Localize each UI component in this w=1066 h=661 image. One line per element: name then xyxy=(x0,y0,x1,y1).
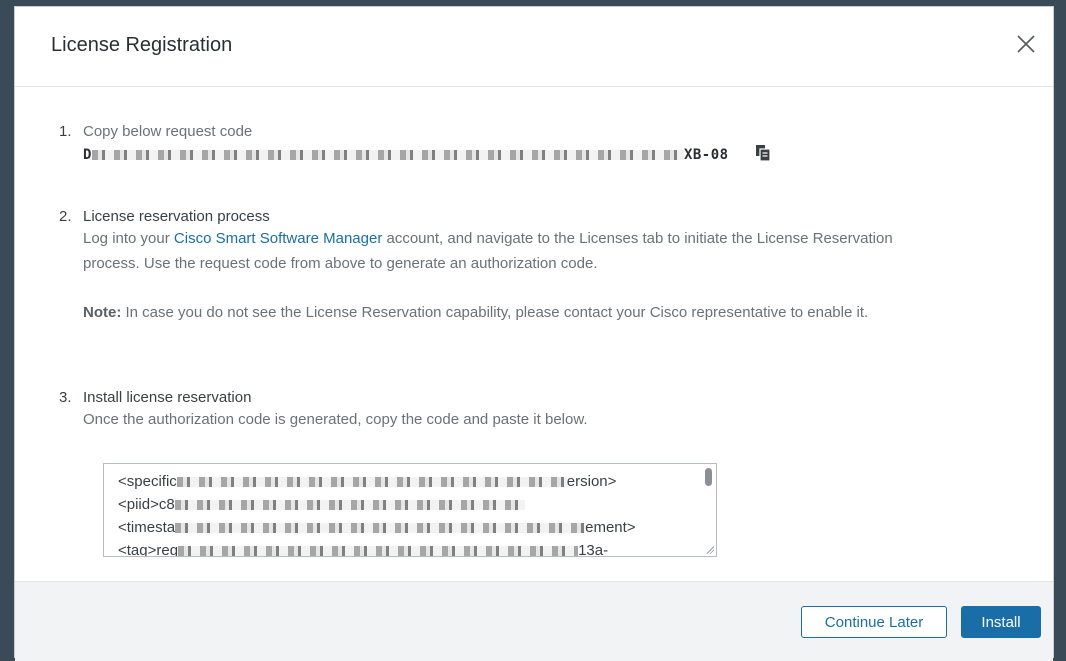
copy-icon[interactable] xyxy=(755,144,771,166)
step-number: 1. xyxy=(59,123,72,140)
note-text: In case you do not see the License Reser… xyxy=(121,304,869,321)
step-install-license: 3. Install license reservation Once the … xyxy=(59,389,588,432)
step-number: 2. xyxy=(59,208,72,225)
textarea-line: <piid>c8 xyxy=(118,493,716,516)
step-number: 3. xyxy=(59,389,72,406)
dialog-footer: Continue Later Install xyxy=(15,581,1053,661)
request-code-end: XB-08 xyxy=(683,146,729,163)
step-copy-request-code: 1. Copy below request code D XB-08 xyxy=(59,123,771,166)
textarea-line: <tag>reg 13a- xyxy=(118,539,716,557)
line-text: <specific xyxy=(118,473,177,490)
step-label: License reservation process xyxy=(83,208,270,225)
textarea-line: <specific ersion> xyxy=(118,470,716,493)
close-icon[interactable] xyxy=(1015,33,1037,55)
redacted-text xyxy=(176,477,567,488)
step-instructions: Once the authorization code is generated… xyxy=(83,411,588,428)
dialog-header: License Registration xyxy=(15,7,1053,87)
redacted-text xyxy=(174,500,525,511)
smart-software-manager-link[interactable]: Cisco Smart Software Manager xyxy=(174,230,382,247)
line-text: 13a- xyxy=(578,542,609,557)
redacted-text xyxy=(175,523,586,534)
line-text: ement> xyxy=(585,519,636,536)
line-text: <piid>c8 xyxy=(118,496,175,513)
license-registration-dialog: License Registration 1. Copy below reque… xyxy=(14,6,1054,661)
line-text: <tag>reg xyxy=(118,542,179,557)
step-license-reservation: 2. License reservation process Log into … xyxy=(59,208,943,325)
line-text: ersion> xyxy=(566,473,617,490)
note-paragraph: Note: In case you do not see the License… xyxy=(83,300,943,325)
note-label: Note: xyxy=(83,304,122,321)
step-label: Install license reservation xyxy=(83,389,252,406)
install-button[interactable]: Install xyxy=(961,606,1041,638)
step-instructions: Log into your Cisco Smart Software Manag… xyxy=(83,226,943,276)
textarea-scrollbar[interactable] xyxy=(705,468,712,486)
continue-later-button[interactable]: Continue Later xyxy=(801,606,947,638)
instructions-text: Log into your xyxy=(83,230,174,247)
step-label: Copy below request code xyxy=(83,123,253,140)
textarea-line: <timesta ement> xyxy=(118,516,716,539)
redacted-code xyxy=(91,150,684,160)
request-code-row: D XB-08 xyxy=(83,144,771,166)
redacted-text xyxy=(178,546,579,556)
resize-handle[interactable] xyxy=(706,546,714,554)
dialog-title: License Registration xyxy=(51,34,233,56)
authorization-code-textarea[interactable]: <specific ersion> <piid>c8 <timesta ement>… xyxy=(103,463,717,557)
request-code-start: D xyxy=(83,146,92,163)
line-text: <timesta xyxy=(118,519,176,536)
